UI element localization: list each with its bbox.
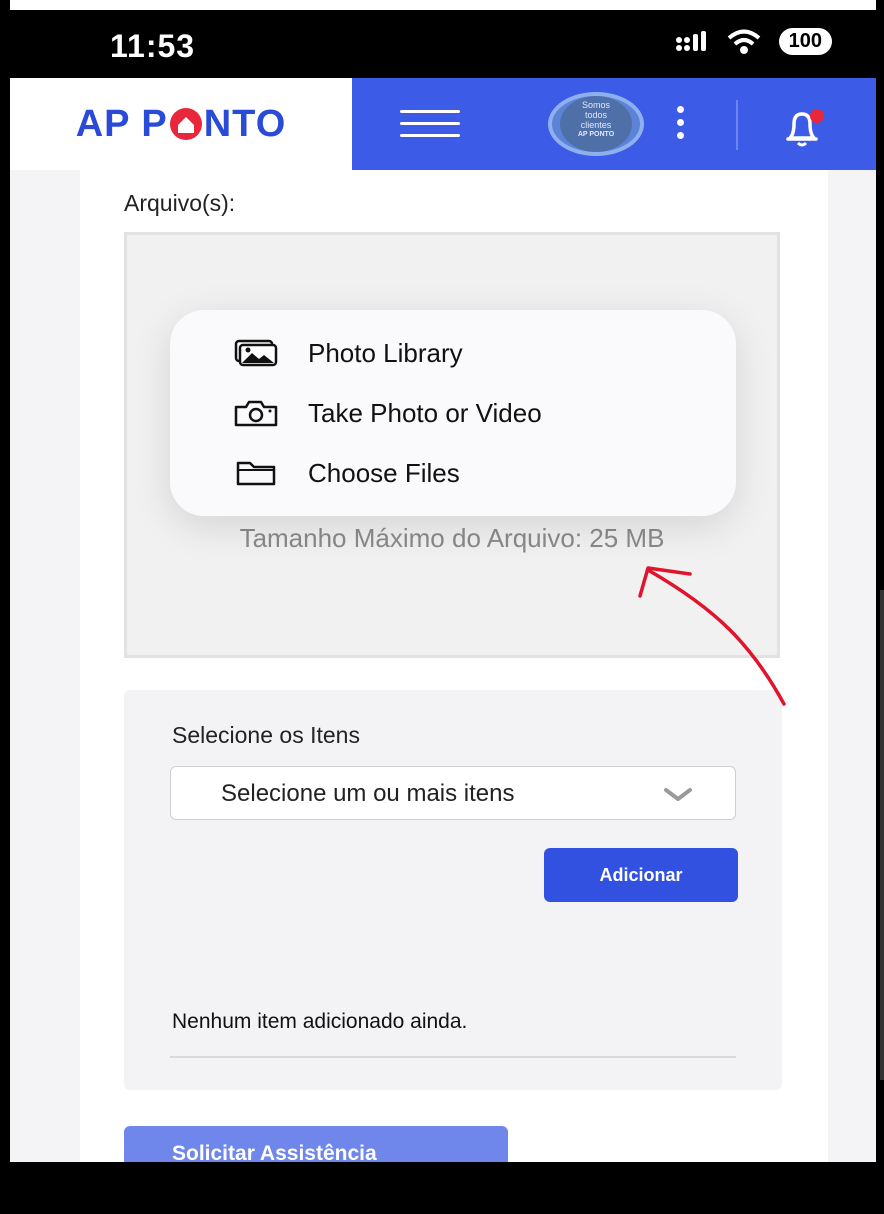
menu-icon[interactable] xyxy=(400,110,460,140)
add-item-button[interactable]: Adicionar xyxy=(544,848,738,902)
scrollbar[interactable] xyxy=(880,590,884,1080)
menu-item-choose-files[interactable]: Choose Files xyxy=(232,450,702,496)
items-title: Selecione os Itens xyxy=(172,722,360,748)
status-time: 11:53 xyxy=(110,28,196,64)
menu-item-label: Take Photo or Video xyxy=(308,397,542,428)
header-divider xyxy=(736,100,738,150)
status-bar: 11:53 100 xyxy=(10,10,876,78)
avatar-text-1: Somos xyxy=(581,100,610,110)
logo-text-right: NTO xyxy=(203,102,287,145)
cellular-signal-icon xyxy=(675,30,706,51)
notification-bell-icon[interactable] xyxy=(780,106,828,150)
logo-area[interactable]: AP P NTO xyxy=(10,78,352,170)
more-options-icon[interactable] xyxy=(674,106,686,146)
menu-item-take-photo[interactable]: Take Photo or Video xyxy=(232,390,702,436)
menu-item-photo-library[interactable]: Photo Library xyxy=(232,330,702,376)
folder-icon xyxy=(232,457,286,489)
photo-library-icon xyxy=(232,337,286,369)
select-placeholder: Selecione um ou mais itens xyxy=(221,780,515,807)
items-select[interactable]: Selecione um ou mais itens xyxy=(170,766,736,820)
avatar-image: Somos todos clientes AP PONTO xyxy=(560,96,632,152)
house-logo-icon xyxy=(169,108,202,140)
menu-item-label: Choose Files xyxy=(308,457,460,488)
screen-frame-left xyxy=(0,0,10,1214)
items-divider xyxy=(170,1056,736,1058)
avatar[interactable]: Somos todos clientes AP PONTO xyxy=(548,92,644,156)
camera-icon xyxy=(232,397,286,429)
app-header: AP P NTO Somos todos clientes AP PONTO xyxy=(10,78,876,170)
files-label: Arquivo(s): xyxy=(124,190,236,216)
avatar-text-3: clientes xyxy=(580,120,612,130)
status-icons: 100 xyxy=(675,28,832,55)
app-logo: AP P NTO xyxy=(76,103,287,146)
wifi-icon xyxy=(727,29,760,54)
avatar-text-4: AP PONTO xyxy=(577,131,615,138)
file-source-menu: Photo Library Take Photo or Video Choose… xyxy=(170,310,736,516)
battery-indicator: 100 xyxy=(778,28,832,55)
menu-item-label: Photo Library xyxy=(308,337,463,368)
max-file-size-text: Tamanho Máximo do Arquivo: 25 MB xyxy=(239,523,665,553)
bottom-bar xyxy=(0,1162,884,1214)
nav-bar: Somos todos clientes AP PONTO xyxy=(352,78,876,170)
notification-dot xyxy=(810,109,824,123)
empty-items-text: Nenhum item adicionado ainda. xyxy=(172,1010,468,1033)
logo-text-left: AP P xyxy=(75,102,168,145)
avatar-text-2: todos xyxy=(584,110,608,120)
chevron-down-icon xyxy=(664,788,692,801)
items-panel: Selecione os Itens Selecione um ou mais … xyxy=(124,690,782,1090)
